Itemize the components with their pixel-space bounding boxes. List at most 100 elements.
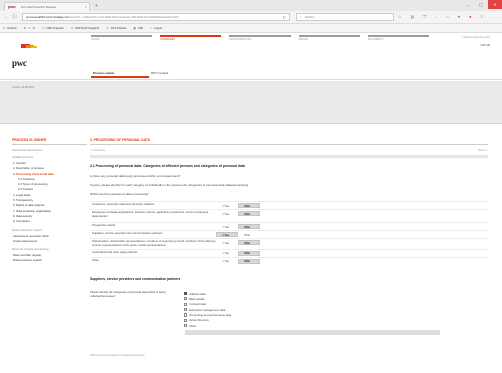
checkbox-icon[interactable] [184,297,188,301]
bookmark-logout[interactable]: ◐ Logout [150,26,162,30]
grid-icon[interactable]: ⊞ [33,26,36,30]
info-banner: Loremi, 20.06.2017 [0,81,502,124]
yes-option[interactable]: ✓ Yes [216,259,238,264]
checkbox-icon[interactable] [184,313,188,317]
trailing-question: Which are the purposes of data processin… [90,352,145,357]
sidebar: Process 01 Owner Search and edit process… [12,138,87,264]
header-date: Updated September 2017 [462,36,490,39]
bookmark-quick-icons: ⊕ ⊡ ⊞ [24,26,36,30]
sidebar-item-completion[interactable]: 9. Completion [12,219,87,224]
previous-link[interactable]: << Previous [90,148,105,152]
sidebar-section-impact: Data protection impact [12,227,43,232]
pwc-favicon-icon: pwc [8,4,16,9]
table-row: Prospective clients ✓ Yes ✕ No [90,222,488,230]
browser-tab[interactable]: pwc PwC Data Protection Manager × [4,2,90,11]
browser-search[interactable]: ⌕ [296,13,394,21]
yes-option[interactable]: ✓ Yes [216,211,238,216]
tab-title: PwC Data Protection Manager [21,5,57,9]
sidebar-section-records: Records of data processing [12,247,49,252]
addon-icon[interactable]: ● [469,14,471,19]
row-label: Prospective clients [92,223,116,228]
table-row: Shareholders, shareholder representative… [90,238,488,248]
bookmark-nzd-scap-snapshot[interactable]: ⊡ NZD ScaP Snapshot [71,26,99,30]
row-label: Customers, potential customers and their… [92,202,155,206]
app-header: pwc Scope Schedules Responsibilities Rev… [0,33,502,81]
no-option[interactable]: ✕ No [238,250,260,256]
zoom-icon[interactable]: ⊕ [24,26,27,30]
bookmark-nzd-snapshot[interactable]: ⊡ NZD Snapshot [42,26,64,30]
step-scope[interactable]: Scope [91,35,153,42]
yes-option[interactable]: ✓ Yes [216,224,238,229]
url-path: /en/test/?_=ef36c2d7fc-b1e4-4625-9c3f-11… [68,15,179,19]
yes-option[interactable]: ✓ Yes [216,232,238,238]
bookmark-refresh[interactable]: ↻ Refresh [3,26,17,30]
window-close-button[interactable]: ✕ [488,0,502,9]
window-minimize-button[interactable]: – [462,0,474,9]
browser-titlebar: pwc PwC Data Protection Manager × + – ▢ … [0,0,502,11]
header-user[interactable]: GB GB [480,43,490,47]
shield-icon[interactable]: ⛉ [423,14,426,19]
new-tab-icon[interactable]: + [95,4,98,9]
tab-dpo-cockpit[interactable]: DPO Cockpit [149,70,207,78]
process-steps: Scope Schedules Responsibilities Review … [91,35,437,42]
section-title: 3. Processing of personal data [90,138,488,145]
yes-option[interactable]: ✓ Yes [216,251,238,256]
pwc-logo-mark-icon [12,44,42,58]
table-row: Suppliers, service providers and communi… [90,230,488,238]
menu-icon[interactable]: ≡ [481,14,483,19]
step-review[interactable]: Review [298,35,360,42]
checkbox-icon[interactable] [184,318,188,323]
home-icon[interactable]: ⌂ [446,14,448,19]
sidebar-item-impact-assessment[interactable]: Impact assessment [12,239,87,244]
question-purposes: Which are the purposes of data processin… [90,192,149,196]
no-option[interactable]: ✕ No [238,258,260,264]
pdf-icon: ▣ [133,26,137,30]
sync-icon[interactable]: ♥ [458,14,460,19]
back-arrow-icon[interactable]: ← [4,14,9,20]
table-row: Customers, potential customers and their… [90,201,488,209]
browser-search-input[interactable] [304,15,385,19]
yes-option[interactable]: ✓ Yes [216,203,238,208]
tab-close-icon[interactable]: × [85,5,87,9]
step-responsibilities[interactable]: Responsibilities [229,35,291,42]
checkbox-other[interactable]: Other [184,323,488,328]
window-maximize-button[interactable]: ▢ [475,0,487,9]
step-documents[interactable]: Documents [367,35,430,42]
library-icon[interactable]: ▤ [411,14,415,19]
url-input[interactable]: processes2018.wm5.cloudapp.net /en/test/… [22,13,290,21]
print-icon: ▭ [106,26,109,30]
no-option[interactable]: ✕ No [238,240,260,246]
checkbox-icon[interactable] [184,324,188,328]
checkbox-checked-icon[interactable] [184,291,188,296]
bookmark-print-preview[interactable]: ▭ Print Preview [106,26,126,30]
ruler-icon[interactable]: ⊡ [28,26,31,30]
tab-process-owner[interactable]: Process owner [91,70,149,78]
bookmark-pdf[interactable]: ▣ PDF [133,26,143,30]
info-icon[interactable]: ⓘ [12,14,17,20]
no-option[interactable]: ✕ No [238,211,260,216]
logo-text: pwc [12,58,27,68]
row-label: Suppliers, service providers and communi… [92,231,163,236]
bookmarks-bar: ↻ Refresh ⊕ ⊡ ⊞ ⊡ NZD Snapshot ⊡ NZD ScaP S… [0,24,502,33]
checkbox-icon[interactable] [184,302,188,306]
next-link[interactable]: Next >> [478,148,488,152]
reload-icon[interactable]: ↻ [283,15,286,20]
address-bar: ← ⓘ processes2018.wm5.cloudapp.net /en/t… [0,11,502,24]
category-question: Please identify the categories of person… [90,289,166,298]
yes-option[interactable]: ✓ Yes [216,240,238,245]
checkbox-icon[interactable] [184,308,188,312]
no-option[interactable]: ✕ No [238,203,260,208]
toolbar-icons: ☆ ▤ ⛉ ↓ ⌂ ♥ ● ≡ [398,14,483,19]
other-text-input[interactable] [185,329,440,335]
no-option[interactable]: ✕ No [238,232,260,237]
snapshot-icon: ⊡ [42,26,45,30]
step-schedules[interactable]: Schedules [160,35,222,42]
pwc-logo[interactable] [12,44,42,58]
url-host: processes2018.wm5.cloudapp.net [26,15,69,19]
pager: << Previous Next >> [90,147,488,155]
no-option[interactable]: ✕ No [238,224,260,230]
download-icon[interactable]: ↓ [435,14,437,19]
sidebar-search-link[interactable]: Search and edit process [12,148,87,152]
sidebar-item-processor-register[interactable]: Data processor register [12,258,87,263]
star-icon[interactable]: ☆ [398,14,402,19]
